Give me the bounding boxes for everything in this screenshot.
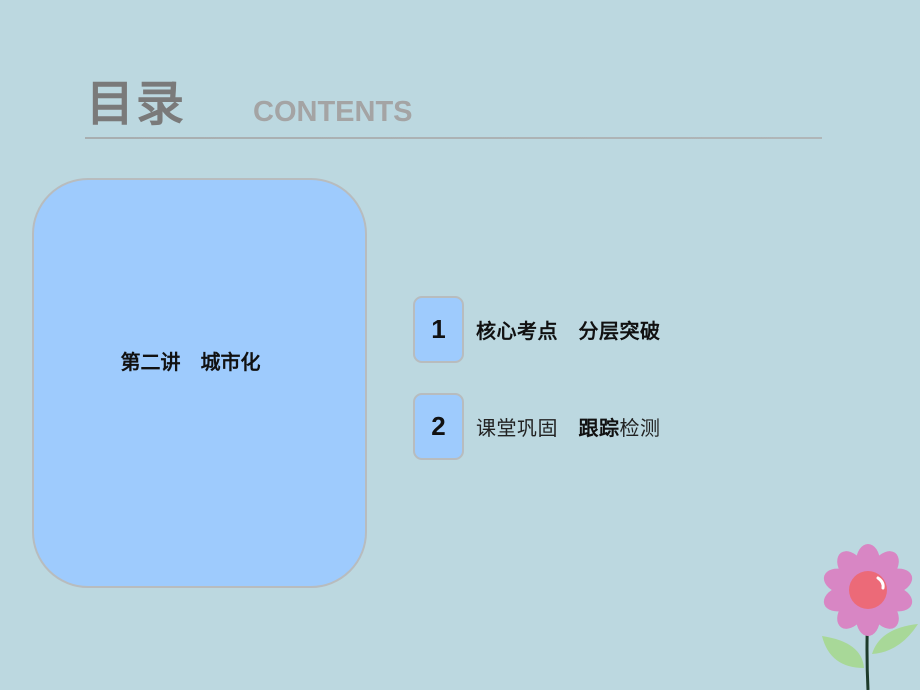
item-label: 课堂巩固 跟踪检测 [476, 412, 661, 441]
flower-leaf-left [822, 636, 864, 668]
item-label-part2-tail: 检测 [619, 416, 661, 440]
item-label-part1: 课堂巩固 [476, 416, 558, 440]
page-subtitle: CONTENTS [253, 96, 413, 128]
page-title: 目录 [86, 76, 187, 132]
item-label-part2: 分层突破 [578, 319, 661, 343]
item-label-separator [558, 319, 579, 343]
item-label: 核心考点 分层突破 [476, 315, 661, 344]
item-number-badge: 1 [413, 296, 464, 363]
contents-item-2[interactable]: 2 课堂巩固 跟踪检测 [413, 393, 661, 460]
item-label-separator [558, 416, 579, 440]
item-label-part2: 跟踪 [578, 416, 620, 440]
flower-leaf-right [872, 624, 918, 654]
lecture-title: 第二讲 城市化 [120, 350, 261, 374]
lecture-card: 第二讲 城市化 [32, 178, 367, 588]
item-number-badge: 2 [413, 393, 464, 460]
flower-center [849, 571, 887, 609]
flower-icon [822, 544, 918, 690]
item-label-part1: 核心考点 [476, 319, 558, 343]
header-divider [85, 137, 822, 139]
contents-item-1[interactable]: 1 核心考点 分层突破 [413, 296, 661, 363]
